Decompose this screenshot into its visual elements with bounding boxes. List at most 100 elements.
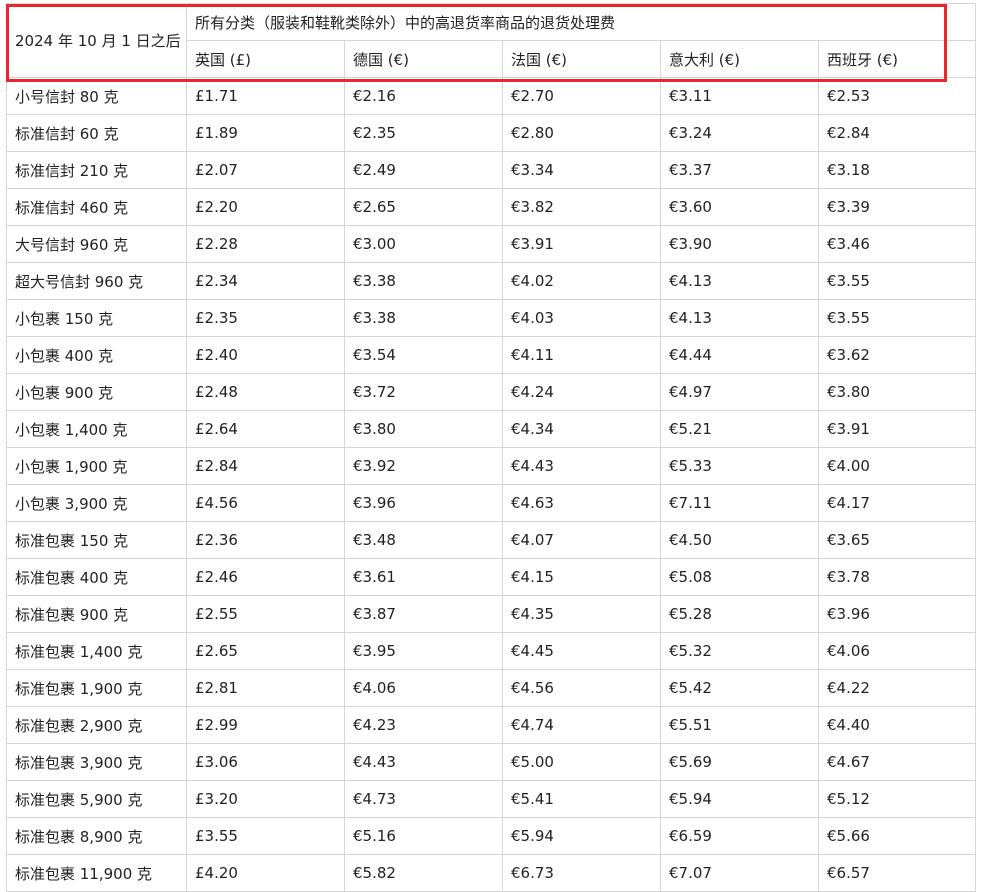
size-tier-cell: 大号信封 960 克 xyxy=(6,225,187,263)
es-fee-cell: €5.66 xyxy=(817,817,977,855)
fr-fee-cell: €5.94 xyxy=(502,817,661,855)
table-row: 标准信封 60 克 £1.89 €2.35 €2.80 €3.24 €2.84 xyxy=(6,114,977,152)
uk-fee-cell: £2.34 xyxy=(186,262,345,300)
it-fee-cell: €3.11 xyxy=(660,77,819,115)
uk-fee-cell: £2.46 xyxy=(186,558,345,596)
column-header-uk: 英国 (£) xyxy=(186,40,345,78)
size-tier-cell: 小包裹 1,400 克 xyxy=(6,410,187,448)
size-tier-cell: 小包裹 900 克 xyxy=(6,373,187,411)
it-fee-cell: €5.21 xyxy=(660,410,819,448)
fr-fee-cell: €4.11 xyxy=(502,336,661,374)
es-fee-cell: €3.96 xyxy=(817,595,977,633)
size-tier-cell: 小包裹 3,900 克 xyxy=(6,484,187,522)
size-tier-cell: 标准包裹 2,900 克 xyxy=(6,706,187,744)
fr-fee-cell: €4.45 xyxy=(502,632,661,670)
uk-fee-cell: £1.89 xyxy=(186,114,345,152)
size-tier-cell: 标准信封 460 克 xyxy=(6,188,187,226)
uk-fee-cell: £2.28 xyxy=(186,225,345,263)
returns-fee-table: 2024 年 10 月 1 日之后 所有分类（服装和鞋靴类除外）中的高退货率商品… xyxy=(6,3,977,892)
de-fee-cell: €3.38 xyxy=(344,299,503,337)
es-fee-cell: €3.39 xyxy=(817,188,977,226)
de-fee-cell: €2.16 xyxy=(344,77,503,115)
de-fee-cell: €4.06 xyxy=(344,669,503,707)
it-fee-cell: €5.51 xyxy=(660,706,819,744)
effective-date-header: 2024 年 10 月 1 日之后 xyxy=(6,3,187,78)
it-fee-cell: €3.90 xyxy=(660,225,819,263)
it-fee-cell: €5.08 xyxy=(660,558,819,596)
it-fee-cell: €4.50 xyxy=(660,521,819,559)
de-fee-cell: €3.96 xyxy=(344,484,503,522)
de-fee-cell: €3.00 xyxy=(344,225,503,263)
fr-fee-cell: €5.41 xyxy=(502,780,661,818)
de-fee-cell: €2.49 xyxy=(344,151,503,189)
size-tier-cell: 标准包裹 11,900 克 xyxy=(6,854,187,892)
size-tier-cell: 小包裹 150 克 xyxy=(6,299,187,337)
de-fee-cell: €3.95 xyxy=(344,632,503,670)
fr-fee-cell: €4.07 xyxy=(502,521,661,559)
size-tier-cell: 标准信封 210 克 xyxy=(6,151,187,189)
es-fee-cell: €3.80 xyxy=(817,373,977,411)
es-fee-cell: €4.22 xyxy=(817,669,977,707)
fr-fee-cell: €6.73 xyxy=(502,854,661,892)
uk-fee-cell: £3.20 xyxy=(186,780,345,818)
fr-fee-cell: €4.24 xyxy=(502,373,661,411)
table-row: 超大号信封 960 克 £2.34 €3.38 €4.02 €4.13 €3.55 xyxy=(6,262,977,300)
es-fee-cell: €3.55 xyxy=(817,262,977,300)
it-fee-cell: €7.07 xyxy=(660,854,819,892)
uk-fee-cell: £2.99 xyxy=(186,706,345,744)
table-row: 小包裹 1,400 克 £2.64 €3.80 €4.34 €5.21 €3.91 xyxy=(6,410,977,448)
table-row: 标准信封 460 克 £2.20 €2.65 €3.82 €3.60 €3.39 xyxy=(6,188,977,226)
es-fee-cell: €2.53 xyxy=(817,77,977,115)
size-tier-cell: 标准包裹 900 克 xyxy=(6,595,187,633)
uk-fee-cell: £2.07 xyxy=(186,151,345,189)
it-fee-cell: €3.37 xyxy=(660,151,819,189)
de-fee-cell: €5.16 xyxy=(344,817,503,855)
size-tier-cell: 小包裹 400 克 xyxy=(6,336,187,374)
uk-fee-cell: £2.64 xyxy=(186,410,345,448)
fr-fee-cell: €2.80 xyxy=(502,114,661,152)
uk-fee-cell: £3.55 xyxy=(186,817,345,855)
es-fee-cell: €4.40 xyxy=(817,706,977,744)
uk-fee-cell: £2.40 xyxy=(186,336,345,374)
size-tier-cell: 标准包裹 5,900 克 xyxy=(6,780,187,818)
fr-fee-cell: €4.63 xyxy=(502,484,661,522)
table-row: 大号信封 960 克 £2.28 €3.00 €3.91 €3.90 €3.46 xyxy=(6,225,977,263)
es-fee-cell: €4.67 xyxy=(817,743,977,781)
fr-fee-cell: €4.03 xyxy=(502,299,661,337)
it-fee-cell: €5.28 xyxy=(660,595,819,633)
de-fee-cell: €3.72 xyxy=(344,373,503,411)
header-row-group: 2024 年 10 月 1 日之后 所有分类（服装和鞋靴类除外）中的高退货率商品… xyxy=(6,3,977,78)
size-tier-cell: 超大号信封 960 克 xyxy=(6,262,187,300)
fr-fee-cell: €4.56 xyxy=(502,669,661,707)
size-tier-cell: 标准包裹 1,400 克 xyxy=(6,632,187,670)
it-fee-cell: €5.94 xyxy=(660,780,819,818)
table-row: 标准包裹 11,900 克 £4.20 €5.82 €6.73 €7.07 €6.57 xyxy=(6,854,977,892)
size-tier-cell: 标准包裹 400 克 xyxy=(6,558,187,596)
uk-fee-cell: £4.56 xyxy=(186,484,345,522)
table-row: 小包裹 3,900 克 £4.56 €3.96 €4.63 €7.11 €4.17 xyxy=(6,484,977,522)
fee-table-container: 2024 年 10 月 1 日之后 所有分类（服装和鞋靴类除外）中的高退货率商品… xyxy=(6,3,977,892)
uk-fee-cell: £2.65 xyxy=(186,632,345,670)
es-fee-cell: €4.06 xyxy=(817,632,977,670)
fr-fee-cell: €2.70 xyxy=(502,77,661,115)
es-fee-cell: €5.12 xyxy=(817,780,977,818)
column-header-fr: 法国 (€) xyxy=(502,40,661,78)
fr-fee-cell: €4.34 xyxy=(502,410,661,448)
column-header-es: 西班牙 (€) xyxy=(817,40,977,78)
de-fee-cell: €2.65 xyxy=(344,188,503,226)
de-fee-cell: €2.35 xyxy=(344,114,503,152)
fr-fee-cell: €4.43 xyxy=(502,447,661,485)
table-row: 标准包裹 2,900 克 £2.99 €4.23 €4.74 €5.51 €4.40 xyxy=(6,706,977,744)
es-fee-cell: €3.55 xyxy=(817,299,977,337)
it-fee-cell: €4.44 xyxy=(660,336,819,374)
table-row: 标准包裹 3,900 克 £3.06 €4.43 €5.00 €5.69 €4.67 xyxy=(6,743,977,781)
fr-fee-cell: €5.00 xyxy=(502,743,661,781)
de-fee-cell: €3.54 xyxy=(344,336,503,374)
fr-fee-cell: €3.91 xyxy=(502,225,661,263)
es-fee-cell: €6.57 xyxy=(817,854,977,892)
fr-fee-cell: €4.35 xyxy=(502,595,661,633)
table-row: 小包裹 1,900 克 £2.84 €3.92 €4.43 €5.33 €4.00 xyxy=(6,447,977,485)
uk-fee-cell: £1.71 xyxy=(186,77,345,115)
de-fee-cell: €3.87 xyxy=(344,595,503,633)
de-fee-cell: €5.82 xyxy=(344,854,503,892)
